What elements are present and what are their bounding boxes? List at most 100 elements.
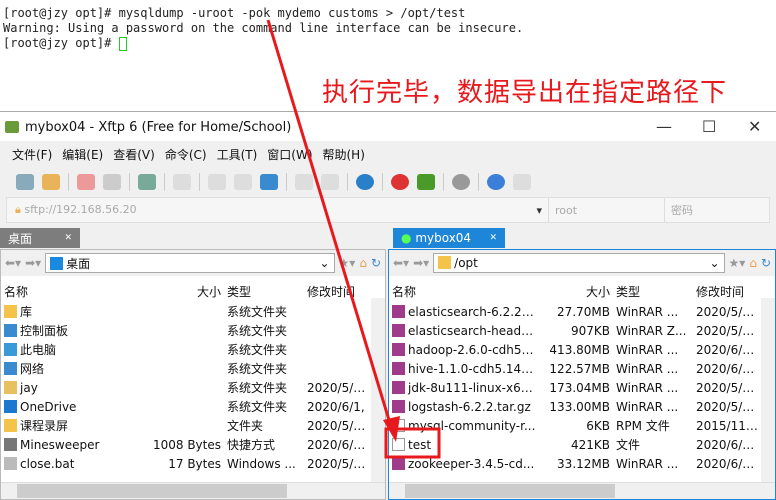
- size-text: 907KB: [570, 323, 610, 338]
- col-size[interactable]: 大小: [149, 283, 224, 300]
- file-row[interactable]: elasticsearch-head-... 907KB WinRAR Z... 20…: [389, 321, 775, 340]
- local-pane: ⬅▾ ➡▾ 桌面 ⌄ ★▾ ⌂ ↻ 名称 大小 类型 修改时间 库系统文件夹 控制面板 系统…: [0, 249, 386, 500]
- chat-icon[interactable]: [321, 174, 339, 190]
- close-button[interactable]: ✕: [748, 117, 761, 136]
- forward-icon[interactable]: ➡▾: [413, 256, 429, 270]
- refresh-icon[interactable]: ↻: [371, 256, 381, 270]
- copy-icon[interactable]: [208, 174, 226, 190]
- xshell-icon[interactable]: [391, 174, 409, 190]
- name-text: test: [408, 437, 432, 452]
- size-text: 133.00MB: [549, 399, 610, 414]
- file-row[interactable]: hive-1.1.0-cdh5.14.... 122.57MB WinRAR ...…: [389, 359, 775, 378]
- file-row[interactable]: 网络 系统文件夹: [1, 359, 385, 378]
- password-input[interactable]: 密码: [665, 202, 693, 218]
- maximize-button[interactable]: ☐: [702, 117, 716, 136]
- col-name[interactable]: 名称: [1, 283, 149, 300]
- file-row[interactable]: hadoop-2.6.0-cdh5.... 413.80MB WinRAR ... 2…: [389, 340, 775, 359]
- username-input[interactable]: root: [549, 198, 665, 222]
- menu-window[interactable]: 窗口(W): [267, 146, 312, 163]
- desktop-icon: [50, 256, 64, 270]
- file-row[interactable]: 控制面板 系统文件夹: [1, 321, 385, 340]
- transfer-icon[interactable]: [260, 174, 278, 190]
- tab-mybox04[interactable]: ● mybox04 ✕: [393, 228, 505, 248]
- file-row[interactable]: logstash-6.2.2.tar.gz 133.00MB WinRAR ... 2…: [389, 397, 775, 416]
- refresh-icon[interactable]: ↻: [761, 256, 771, 270]
- close-tab-icon[interactable]: ✕: [489, 233, 497, 243]
- menu-command[interactable]: 命令(C): [165, 146, 207, 163]
- bookmark-icon[interactable]: ★▾: [729, 256, 746, 270]
- bookmark-icon[interactable]: ★▾: [339, 256, 356, 270]
- cell-type: 系统文件夹: [224, 398, 304, 415]
- file-row[interactable]: OneDrive 系统文件夹 2020/6/1,: [1, 397, 385, 416]
- chevron-down-icon[interactable]: ⌄: [709, 256, 719, 270]
- link-icon[interactable]: [103, 174, 121, 190]
- network-icon: [4, 362, 17, 375]
- file-row[interactable]: mysql-community-r... 6KB RPM 文件 2015/11/12: [389, 416, 775, 435]
- col-name[interactable]: 名称: [389, 283, 539, 300]
- chevron-down-icon[interactable]: ▾: [536, 204, 542, 217]
- col-date[interactable]: 修改时间: [304, 283, 370, 300]
- file-row[interactable]: 库 系统文件夹: [1, 302, 385, 321]
- name-text: 此电脑: [20, 343, 57, 357]
- play-icon[interactable]: [173, 174, 191, 190]
- type-text: 文件: [616, 438, 641, 452]
- file-row[interactable]: close.bat 17 Bytes Windows ... 2020/5/26: [1, 454, 385, 473]
- file-icon: [392, 418, 405, 432]
- cell-date: 2020/6/9, 9: [693, 457, 761, 471]
- minimize-button[interactable]: —: [656, 117, 672, 136]
- type-text: Windows ...: [227, 456, 296, 471]
- cell-name: logstash-6.2.2.tar.gz: [389, 399, 539, 414]
- properties-icon[interactable]: [138, 174, 156, 190]
- paste-icon[interactable]: [234, 174, 252, 190]
- file-row[interactable]: test 421KB 文件 2020/6/11,: [389, 435, 775, 454]
- menu-edit[interactable]: 编辑(E): [62, 146, 103, 163]
- file-row[interactable]: jay 系统文件夹 2020/5/26: [1, 378, 385, 397]
- disconnect-icon[interactable]: [77, 174, 95, 190]
- cell-type: 系统文件夹: [224, 360, 304, 377]
- new-session-icon[interactable]: [16, 174, 34, 190]
- file-row[interactable]: 课程录屏 文件夹 2020/5/26: [1, 416, 385, 435]
- xftp-icon[interactable]: [417, 174, 435, 190]
- menu-help[interactable]: 帮助(H): [323, 146, 365, 163]
- vertical-scrollbar[interactable]: [371, 298, 385, 482]
- globe-icon[interactable]: [356, 174, 374, 190]
- col-size[interactable]: 大小: [539, 283, 613, 300]
- tab-desktop[interactable]: 桌面 ✕: [0, 228, 80, 248]
- horizontal-scrollbar[interactable]: [1, 482, 385, 499]
- cell-name: elasticsearch-head-...: [389, 323, 539, 338]
- host-input[interactable]: 🔒︎ sftp://192.168.56.20 ▾: [7, 198, 549, 222]
- horizontal-scrollbar[interactable]: [389, 482, 775, 499]
- col-type[interactable]: 类型: [613, 283, 693, 300]
- type-text: 系统文件夹: [227, 381, 288, 395]
- home-icon[interactable]: ⌂: [749, 256, 757, 270]
- file-row[interactable]: zookeeper-3.4.5-cd... 33.12MB WinRAR ... 20…: [389, 454, 775, 473]
- home-icon[interactable]: ⌂: [359, 256, 367, 270]
- cell-size: 27.70MB: [539, 305, 613, 319]
- forward-icon[interactable]: ➡▾: [25, 256, 41, 270]
- close-tab-icon[interactable]: ✕: [64, 233, 72, 243]
- chevron-down-icon[interactable]: ⌄: [319, 256, 329, 270]
- vertical-scrollbar[interactable]: [761, 298, 775, 482]
- file-row[interactable]: elasticsearch-6.2.2.t... 27.70MB WinRAR ..…: [389, 302, 775, 321]
- col-date[interactable]: 修改时间: [693, 283, 761, 300]
- open-folder-icon[interactable]: [42, 174, 60, 190]
- local-path-input[interactable]: 桌面 ⌄: [45, 253, 335, 273]
- menu-file[interactable]: 文件(F): [12, 146, 52, 163]
- file-row[interactable]: jdk-8u111-linux-x64... 173.04MB WinRAR ...…: [389, 378, 775, 397]
- file-row[interactable]: 此电脑 系统文件夹: [1, 340, 385, 359]
- log-icon[interactable]: [295, 174, 313, 190]
- back-icon[interactable]: ⬅▾: [5, 256, 21, 270]
- help-icon[interactable]: [487, 174, 505, 190]
- col-type[interactable]: 类型: [224, 283, 304, 300]
- remote-path-input[interactable]: /opt ⌄: [433, 253, 725, 273]
- back-icon[interactable]: ⬅▾: [393, 256, 409, 270]
- name-text: 库: [20, 305, 33, 319]
- gear-icon[interactable]: [452, 174, 470, 190]
- date-text: 2020/5/26: [307, 456, 369, 471]
- comment-icon[interactable]: [513, 174, 531, 190]
- file-row[interactable]: Minesweeper 1008 Bytes 快捷方式 2020/6/11: [1, 435, 385, 454]
- name-text: 课程录屏: [20, 419, 69, 433]
- menu-view[interactable]: 查看(V): [113, 146, 155, 163]
- cell-size: 6KB: [539, 419, 613, 433]
- menu-tools[interactable]: 工具(T): [217, 146, 258, 163]
